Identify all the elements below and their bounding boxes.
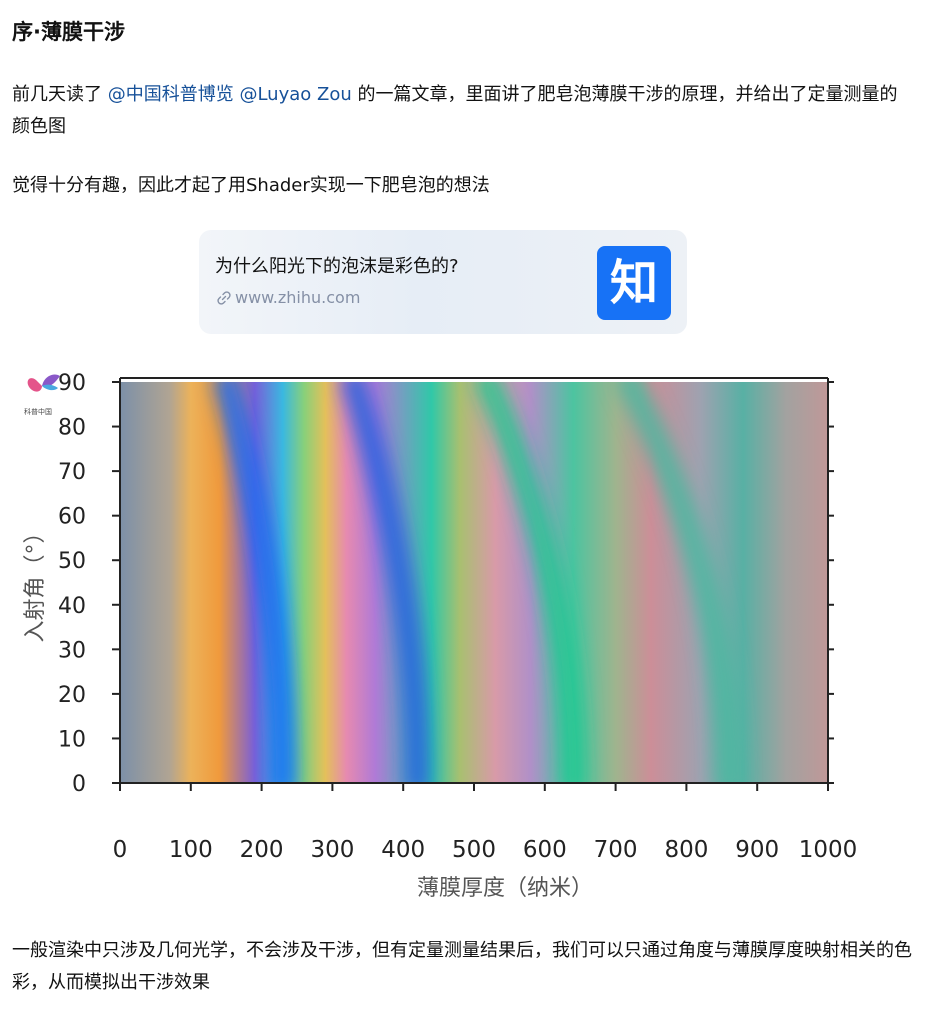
chart-y-tick-label-90: 90: [58, 371, 86, 396]
chart-x-label: 薄膜厚度（纳米）: [417, 876, 593, 901]
chart-x-tick-label-800: 800: [664, 837, 708, 863]
conclusion-paragraph: 一般渲染中只涉及几何光学，不会涉及干涉，但有定量测量结果后，我们可以只通过角度与…: [12, 940, 912, 993]
chart-y-tick-label-50: 50: [58, 549, 86, 574]
chart-y-tick-label-30: 30: [58, 638, 86, 663]
chart-y-tick-label-40: 40: [58, 594, 86, 619]
chart-x-tick-label-1000: 1000: [799, 837, 858, 863]
chart-x-tick-label-700: 700: [594, 837, 638, 863]
link-card-url[interactable]: www.zhihu.com: [217, 286, 360, 310]
chart-x-tick-label-200: 200: [240, 837, 284, 863]
chart-x-tick-label-0: 0: [113, 837, 128, 863]
chart-x-tick-label-300: 300: [310, 837, 354, 863]
chart-x-tick-label-900: 900: [735, 837, 779, 863]
chart-y-tick-label-20: 20: [58, 683, 86, 708]
intro-paragraph: 前几天读了 @中国科普博览 @Luyao Zou 的一篇文章，里面讲了肥皂泡薄膜…: [12, 79, 912, 143]
mention-link-luyao-zou[interactable]: @Luyao Zou: [239, 84, 351, 105]
motivation-paragraph: 觉得十分有趣，因此才起了用Shader实现一下肥皂泡的想法: [12, 175, 490, 196]
chart-x-tick-label-400: 400: [381, 837, 425, 863]
chart-y-label: 入射角（°）: [23, 521, 48, 642]
intro-text-before: 前几天读了: [12, 84, 108, 105]
chart-svg: 0 100 200 300 400 500 600 700 800 900 1000 0 10 20 30 4…: [23, 371, 858, 901]
chart-x-tick-label-100: 100: [169, 837, 213, 863]
watermark-text: 科普中国: [24, 407, 52, 416]
link-card-title[interactable]: 为什么阳光下的泡沫是彩色的?: [215, 254, 459, 280]
zhihu-logo: 知: [597, 246, 671, 320]
chart-y-tick-label-60: 60: [58, 505, 86, 530]
link-card[interactable]: 为什么阳光下的泡沫是彩色的? www.zhihu.com 知: [199, 230, 687, 334]
link-card-url-text: www.zhihu.com: [235, 288, 361, 307]
article-title: 序·薄膜干涉: [12, 20, 125, 44]
chart-x-tick-label-500: 500: [452, 837, 496, 863]
interference-chart: 0 100 200 300 400 500 600 700 800 900 1000 0 10 20 30 4…: [0, 350, 936, 920]
chart-y-tick-label-10: 10: [58, 727, 86, 752]
chart-y-tick-label-70: 70: [58, 460, 86, 485]
link-icon: [217, 291, 231, 305]
chart-y-tick-label-80: 80: [58, 416, 86, 441]
watermark-logo: [27, 374, 60, 392]
chart-x-tick-label-600: 600: [523, 837, 567, 863]
chart-y-tick-label-0: 0: [72, 772, 86, 797]
mention-link-kepu[interactable]: @中国科普博览: [108, 84, 234, 105]
